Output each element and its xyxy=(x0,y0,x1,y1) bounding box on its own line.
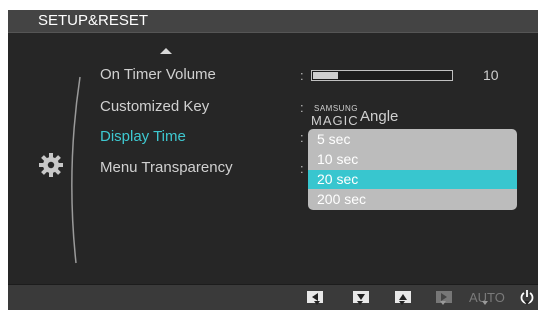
separator-colon: : xyxy=(300,130,304,145)
menu-item-on-timer-volume[interactable]: On Timer Volume xyxy=(100,66,216,83)
volume-slider[interactable] xyxy=(311,70,453,81)
scroll-up-arrow-icon[interactable] xyxy=(160,48,172,54)
button-pointer xyxy=(440,301,446,305)
button-pointer xyxy=(399,301,405,305)
button-pointer xyxy=(314,301,320,305)
separator-colon: : xyxy=(300,161,304,176)
separator-colon: : xyxy=(300,100,304,115)
volume-value: 10 xyxy=(483,67,499,83)
display-time-dropdown: 5 sec 10 sec 20 sec 200 sec xyxy=(308,129,517,210)
button-pointer xyxy=(357,301,363,305)
gear-icon xyxy=(39,153,63,177)
osd-window: SETUP&RESET On Timer Volume Customized K… xyxy=(8,10,538,310)
dropdown-option-20-sec[interactable]: 20 sec xyxy=(308,170,517,189)
bottom-button-bar: AUTO xyxy=(8,285,538,310)
volume-slider-fill xyxy=(313,72,338,79)
magic-logo-text: MAGIC xyxy=(311,113,359,128)
samsung-logo-text: SAMSUNG xyxy=(314,104,358,113)
menu-item-menu-transparency[interactable]: Menu Transparency xyxy=(100,159,233,176)
dropdown-option-200-sec[interactable]: 200 sec xyxy=(308,190,517,209)
menu-item-display-time[interactable]: Display Time xyxy=(100,128,186,145)
customized-key-value: Angle xyxy=(360,108,399,125)
page-title: SETUP&RESET xyxy=(38,12,149,29)
menu-arc-decoration xyxy=(71,76,81,264)
menu-item-customized-key[interactable]: Customized Key xyxy=(100,98,209,115)
separator-colon: : xyxy=(300,68,304,83)
dropdown-option-10-sec[interactable]: 10 sec xyxy=(308,150,517,169)
title-bar: SETUP&RESET xyxy=(8,10,538,33)
dropdown-option-5-sec[interactable]: 5 sec xyxy=(308,130,517,149)
button-pointer xyxy=(524,301,530,305)
button-pointer xyxy=(482,301,488,305)
